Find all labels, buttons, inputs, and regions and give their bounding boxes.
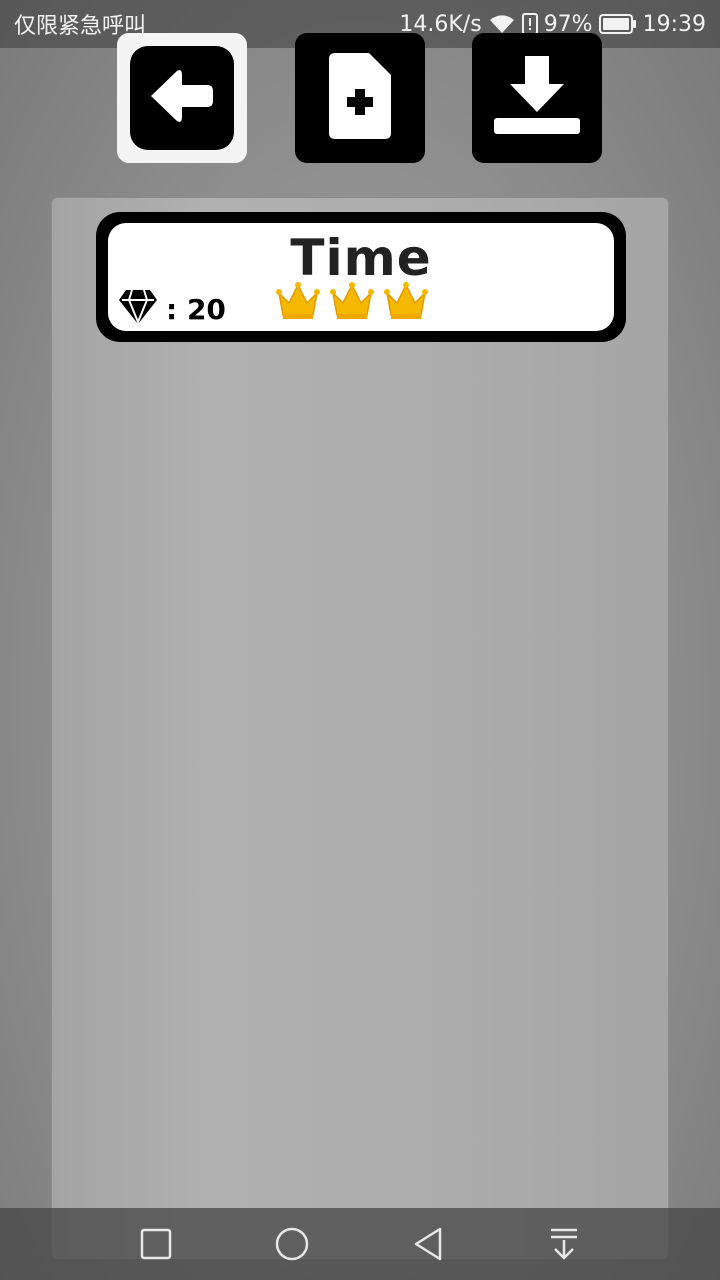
download-icon	[492, 56, 582, 140]
square-icon	[140, 1228, 172, 1264]
new-file-button[interactable]	[295, 33, 425, 163]
battery-icon	[598, 14, 637, 34]
back-button[interactable]	[117, 33, 247, 163]
sim-alert-icon	[521, 13, 538, 35]
circle-icon	[274, 1226, 310, 1266]
navigation-bar	[0, 1208, 720, 1280]
crown-icon	[330, 281, 374, 325]
level-title: Time	[290, 229, 432, 287]
level-list-panel: Time : 20	[51, 197, 669, 1260]
diamond-icon	[118, 289, 158, 329]
back-arrow-icon	[149, 69, 215, 127]
home-button[interactable]	[272, 1226, 312, 1266]
crown-icon	[384, 281, 428, 325]
crown-rating	[276, 281, 428, 325]
new-file-icon	[329, 53, 391, 143]
clock: 19:39	[642, 11, 706, 37]
recents-button[interactable]	[136, 1226, 176, 1266]
gem-count: : 20	[166, 292, 226, 326]
level-card-body: Time : 20	[108, 223, 614, 331]
wifi-icon	[488, 13, 516, 35]
pulldown-icon	[548, 1226, 580, 1266]
triangle-back-icon	[412, 1226, 444, 1266]
download-button[interactable]	[472, 33, 602, 163]
back-nav-button[interactable]	[408, 1226, 448, 1266]
gem-row: : 20	[118, 289, 226, 329]
crown-icon	[276, 281, 320, 325]
notification-pulldown-button[interactable]	[544, 1226, 584, 1266]
level-card[interactable]: Time : 20	[96, 212, 626, 342]
